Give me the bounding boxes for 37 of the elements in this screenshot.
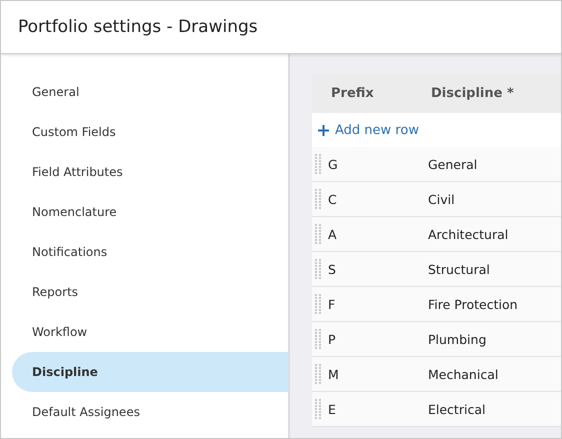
window-title: Portfolio settings - Drawings [18, 17, 258, 37]
table-cell-text: S [328, 262, 337, 276]
drag-handle-icon[interactable] [315, 399, 321, 419]
table-cell-text: A [328, 226, 338, 242]
sidebar-item[interactable]: Notifications [12, 232, 288, 272]
table-cell-text: Plumbing [428, 332, 488, 346]
column-header: Prefix [331, 86, 375, 101]
table-cell-text: Architectural [428, 226, 510, 242]
drag-handle-icon[interactable] [315, 224, 321, 244]
sidebar-item[interactable]: Discipline [12, 352, 288, 392]
table-cell-text: Fire Protection [428, 296, 519, 312]
table-cell-text: F [328, 296, 336, 312]
table-cell-text: Structural [428, 262, 491, 276]
plus-icon [318, 124, 329, 136]
table-cell-text: G [328, 156, 339, 172]
column-header: Discipline * [431, 86, 515, 101]
sidebar-item[interactable]: Custom Fields [12, 112, 288, 152]
sidebar-item[interactable]: Default Assignees [12, 392, 288, 432]
table-cell-text: General [428, 156, 478, 172]
sidebar-item[interactable]: General [12, 72, 288, 112]
drag-handle-icon[interactable] [315, 329, 321, 349]
sidebar-item[interactable]: Reports [12, 272, 288, 312]
drag-handle-icon[interactable] [315, 154, 321, 174]
drag-handle-icon[interactable] [315, 259, 321, 279]
table-cell-text: M [328, 366, 340, 382]
drag-handle-icon[interactable] [315, 189, 321, 209]
sidebar-item[interactable]: Field Attributes [12, 152, 288, 192]
sidebar-item[interactable]: Workflow [12, 312, 288, 352]
sidebar-item[interactable]: Nomenclature [12, 192, 288, 232]
table-cell-text: Mechanical [428, 366, 500, 382]
table-cell-text: C [328, 192, 338, 206]
table-cell-text: Electrical [428, 402, 486, 416]
drag-handle-icon[interactable] [315, 294, 321, 314]
table-cell-text: E [328, 402, 337, 416]
drag-handle-icon[interactable] [315, 364, 321, 384]
table-cell-text: Civil [428, 192, 456, 206]
table-cell-text: P [328, 332, 337, 346]
